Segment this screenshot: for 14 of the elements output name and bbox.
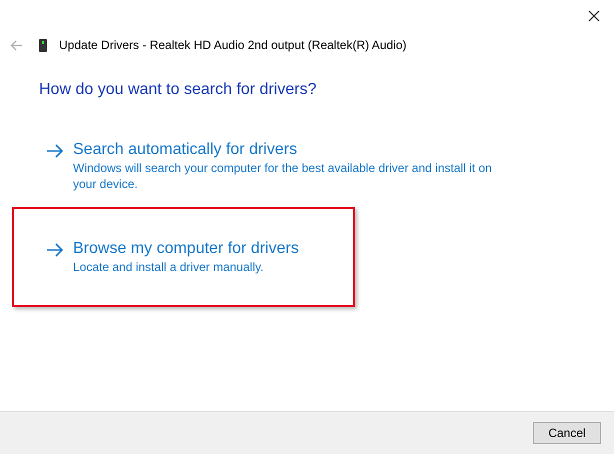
highlighted-option[interactable]: Browse my computer for drivers Locate and install a driver manually. — [12, 207, 355, 307]
arrow-icon — [47, 144, 64, 158]
option-title: Browse my computer for drivers — [73, 239, 299, 259]
option-description: Locate and install a driver manually. — [73, 259, 265, 275]
option-title: Search automatically for drivers — [73, 140, 298, 160]
heading: How do you want to search for drivers? — [38, 80, 318, 100]
close-icon — [588, 10, 600, 22]
cancel-button[interactable]: Cancel — [533, 422, 601, 444]
window-title: Update Drivers - Realtek HD Audio 2nd output (Realtek(R) Audio) — [59, 37, 406, 54]
device-icon — [39, 38, 47, 52]
option-description: Windows will search your computer for the best available driver and install it on your device. — [73, 160, 493, 192]
back-arrow-icon — [10, 40, 22, 50]
option-link[interactable]: Search automatically for drivers Windows will search your computer for the best available driver and install it on your device. — [12, 138, 532, 194]
arrow-icon — [47, 243, 64, 257]
